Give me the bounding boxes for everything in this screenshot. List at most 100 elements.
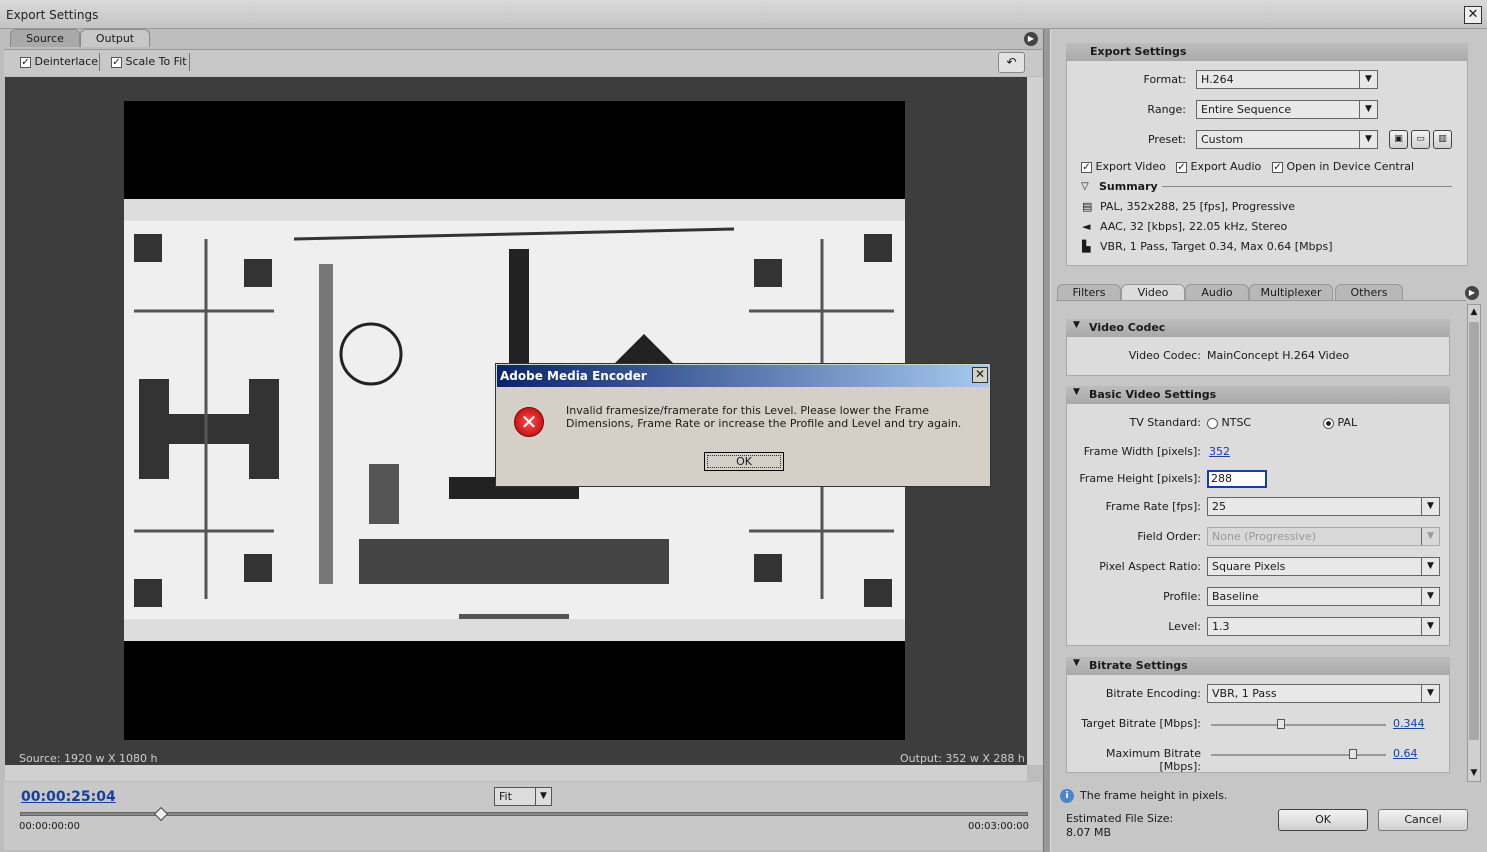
tab-video[interactable]: Video xyxy=(1121,284,1185,301)
summary-bitrate: VBR, 1 Pass, Target 0.34, Max 0.64 [Mbps… xyxy=(1100,240,1333,253)
collapse-icon[interactable]: ▼ xyxy=(1073,320,1080,330)
profile-select[interactable]: Baseline ▼ xyxy=(1207,587,1440,606)
tv-standard-label: TV Standard: xyxy=(1129,416,1202,429)
export-audio-label: Export Audio xyxy=(1190,160,1262,173)
max-bitrate-handle[interactable] xyxy=(1348,749,1357,759)
current-timecode[interactable]: 00:00:25:04 xyxy=(21,789,116,805)
scale-to-fit-checkbox[interactable]: ✓ Scale To Fit xyxy=(111,55,187,68)
field-order-select: None (Progressive) ▼ xyxy=(1207,527,1440,546)
panel-menu-icon[interactable]: ▶ xyxy=(1024,32,1038,46)
pal-label: PAL xyxy=(1337,416,1358,429)
format-value: H.264 xyxy=(1201,73,1234,86)
check-icon: ✓ xyxy=(111,56,122,68)
window-close-icon[interactable]: ✕ xyxy=(1464,6,1482,24)
profile-label: Profile: xyxy=(1163,590,1201,603)
ok-button[interactable]: OK xyxy=(1278,809,1368,831)
zoom-select[interactable]: Fit ▼ xyxy=(494,787,552,806)
pixel-aspect-select[interactable]: Square Pixels ▼ xyxy=(1207,557,1440,576)
chevron-down-icon: ▼ xyxy=(1421,685,1439,702)
target-bitrate-handle[interactable] xyxy=(1277,719,1285,729)
check-icon: ✓ xyxy=(1272,161,1283,173)
summary-label: Summary xyxy=(1099,180,1158,193)
estimated-size-value: 8.07 MB xyxy=(1066,826,1112,839)
frame-rate-label: Frame Rate [fps]: xyxy=(1105,500,1201,513)
hint-text: The frame height in pixels. xyxy=(1080,789,1228,802)
scroll-up-icon[interactable]: ▲ xyxy=(1468,306,1480,318)
dialog-close-icon[interactable]: ✕ xyxy=(972,367,988,383)
profile-value: Baseline xyxy=(1212,590,1259,603)
scroll-thumb[interactable] xyxy=(1469,322,1479,740)
frame-rate-select[interactable]: 25 ▼ xyxy=(1207,497,1440,516)
tab-others[interactable]: Others xyxy=(1335,284,1403,301)
frame-width-value[interactable]: 352 xyxy=(1209,445,1230,458)
max-bitrate-label: Maximum Bitrate [Mbps]: xyxy=(1106,747,1201,773)
save-preset-icon[interactable]: ▣ xyxy=(1389,130,1408,149)
export-video-checkbox[interactable]: ✓ Export Video xyxy=(1081,160,1166,173)
tab-source[interactable]: Source xyxy=(10,29,80,47)
target-bitrate-value[interactable]: 0.344 xyxy=(1393,717,1425,730)
video-codec-label: Video Codec: xyxy=(1128,349,1201,362)
range-select[interactable]: Entire Sequence ▼ xyxy=(1196,100,1378,119)
frame-height-input[interactable]: 288 xyxy=(1207,470,1267,488)
level-select[interactable]: 1.3 ▼ xyxy=(1207,617,1440,636)
bitrate-encoding-select[interactable]: VBR, 1 Pass ▼ xyxy=(1207,684,1440,703)
delete-preset-icon[interactable]: ▥ xyxy=(1433,130,1452,149)
summary-video: PAL, 352x288, 25 [fps], Progressive xyxy=(1100,200,1296,213)
import-preset-icon[interactable]: ▭ xyxy=(1411,130,1430,149)
frame-width-label: Frame Width [pixels]: xyxy=(1083,445,1201,458)
tab-output[interactable]: Output xyxy=(80,29,150,47)
target-bitrate-slider[interactable] xyxy=(1211,724,1386,726)
pal-radio[interactable]: PAL xyxy=(1323,416,1357,429)
zoom-value: Fit xyxy=(499,790,512,803)
video-codec-header: Video Codec xyxy=(1066,319,1450,337)
tab-audio[interactable]: Audio xyxy=(1185,284,1249,301)
title-bar xyxy=(0,0,1487,29)
deinterlace-checkbox[interactable]: ✓ Deinterlace xyxy=(20,55,98,68)
chevron-down-icon: ▼ xyxy=(1421,558,1439,575)
viewer-vertical-scrollbar[interactable] xyxy=(1027,77,1043,765)
collapse-icon[interactable]: ▼ xyxy=(1073,387,1080,397)
ntsc-radio[interactable]: NTSC xyxy=(1207,416,1251,429)
chevron-down-icon: ▼ xyxy=(1359,131,1377,148)
output-dimensions: Output: 352 w X 288 h xyxy=(900,752,1025,765)
check-icon: ✓ xyxy=(1176,161,1187,173)
bitrate-icon: ▙ xyxy=(1082,240,1091,253)
window-title: Export Settings xyxy=(6,8,99,22)
max-bitrate-value[interactable]: 0.64 xyxy=(1393,747,1418,760)
panel-menu-icon[interactable]: ▶ xyxy=(1465,286,1479,300)
viewer-horizontal-scrollbar[interactable] xyxy=(5,765,1027,781)
export-audio-checkbox[interactable]: ✓ Export Audio xyxy=(1176,160,1261,173)
dialog-title: Adobe Media Encoder xyxy=(497,365,989,387)
dialog-ok-button[interactable]: OK xyxy=(704,452,784,471)
speaker-icon: ◄ xyxy=(1082,220,1091,233)
device-central-label: Open in Device Central xyxy=(1286,160,1415,173)
timeline-end: 00:03:00:00 xyxy=(968,821,1030,832)
device-central-checkbox[interactable]: ✓ Open in Device Central xyxy=(1272,160,1414,173)
deinterlace-label: Deinterlace xyxy=(34,55,98,68)
export-settings-header: Export Settings xyxy=(1066,43,1468,61)
frame-rate-value: 25 xyxy=(1212,500,1226,513)
timeline-track[interactable] xyxy=(20,812,1028,816)
format-label: Format: xyxy=(1143,73,1186,86)
radio-unchecked-icon xyxy=(1207,417,1218,429)
range-value: Entire Sequence xyxy=(1201,103,1292,116)
summary-toggle-icon[interactable]: ▽ xyxy=(1081,181,1089,192)
chevron-down-icon: ▼ xyxy=(1421,588,1439,605)
format-select[interactable]: H.264 ▼ xyxy=(1196,70,1378,89)
reset-crop-button[interactable]: ↶ xyxy=(998,52,1025,73)
summary-audio: AAC, 32 [kbps], 22.05 kHz, Stereo xyxy=(1100,220,1288,233)
cancel-button[interactable]: Cancel xyxy=(1378,809,1468,831)
video-codec-value: MainConcept H.264 Video xyxy=(1207,349,1350,362)
chevron-down-icon: ▼ xyxy=(535,788,551,805)
preset-select[interactable]: Custom ▼ xyxy=(1196,130,1378,149)
divider xyxy=(189,53,190,71)
scroll-down-icon[interactable]: ▼ xyxy=(1468,767,1480,779)
tab-filters[interactable]: Filters xyxy=(1057,284,1121,301)
source-dimensions: Source: 1920 w X 1080 h xyxy=(19,752,158,765)
range-label: Range: xyxy=(1147,103,1186,116)
pane-divider[interactable] xyxy=(1043,29,1051,852)
level-label: Level: xyxy=(1168,620,1201,633)
max-bitrate-slider[interactable] xyxy=(1211,754,1386,756)
tab-multiplexer[interactable]: Multiplexer xyxy=(1249,284,1333,301)
collapse-icon[interactable]: ▼ xyxy=(1073,658,1080,668)
